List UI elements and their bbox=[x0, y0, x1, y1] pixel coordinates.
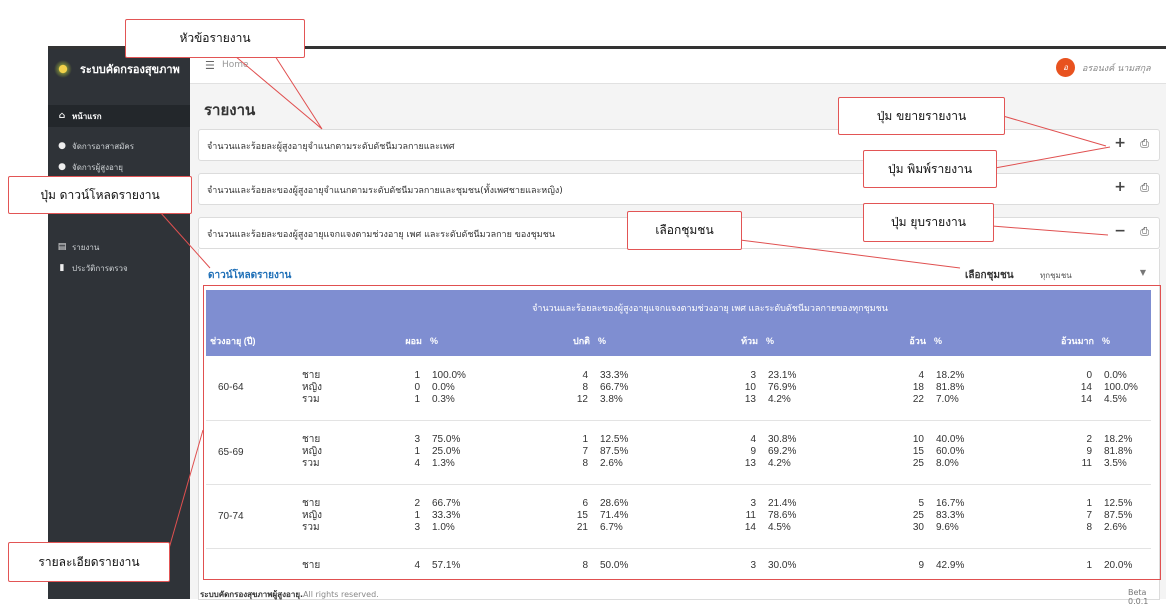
callout-report-detail: รายละเอียดรายงาน bbox=[8, 542, 170, 582]
callout-select-community: เลือกชุมชน bbox=[627, 211, 742, 250]
callout-expand-report: ปุ่ม ขยายรายงาน bbox=[838, 97, 1005, 135]
callout-print-report: ปุ่ม พิมพ์รายงาน bbox=[863, 150, 997, 188]
callout-download-report: ปุ่ม ดาวน์โหลดรายงาน bbox=[8, 176, 192, 214]
callout-report-heading: หัวข้อรายงาน bbox=[125, 19, 305, 58]
callout-collapse-report: ปุ่ม ยุบรายงาน bbox=[863, 203, 994, 242]
callout-lines bbox=[159, 55, 1111, 553]
